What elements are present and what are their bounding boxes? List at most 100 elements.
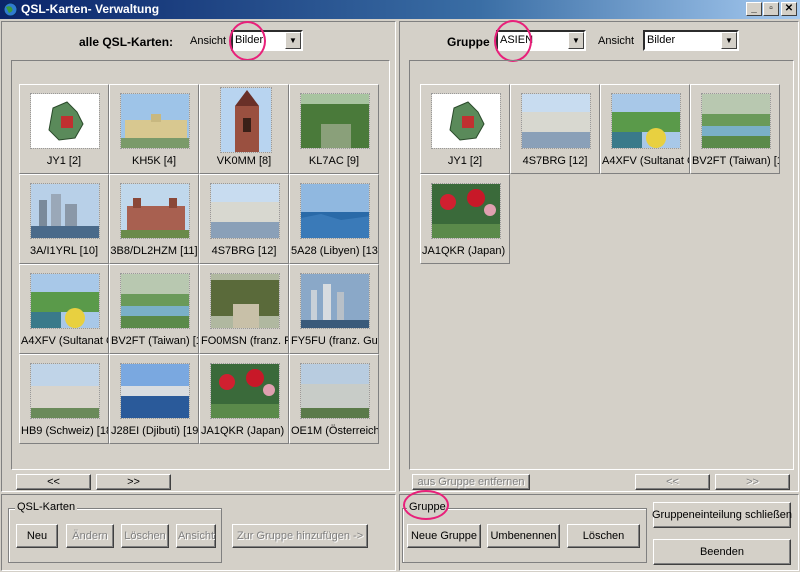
card-label: KL7AC [9] bbox=[308, 155, 360, 167]
card-label: JA1QKR (Japan) [2 bbox=[422, 245, 510, 257]
card-cell[interactable]: FO0MSN (franz. P bbox=[199, 264, 289, 354]
close-button[interactable]: ✕ bbox=[781, 2, 797, 16]
card-cell[interactable]: BV2FT (Taiwan) [1 bbox=[109, 264, 199, 354]
chevron-down-icon[interactable]: ▼ bbox=[285, 32, 301, 49]
right-view-value: Bilder bbox=[647, 34, 676, 46]
card-label: 3B8/DL2HZM [11] bbox=[110, 245, 198, 257]
card-thumbnail bbox=[300, 273, 370, 329]
card-label: BV2FT (Taiwan) [1 bbox=[692, 155, 780, 167]
card-cell[interactable]: A4XFV (Sultanat O bbox=[600, 84, 690, 174]
all-cards-heading: alle QSL-Karten: bbox=[79, 35, 174, 49]
card-cell[interactable]: KL7AC [9] bbox=[289, 84, 379, 174]
card-label: HB9 (Schweiz) [18 bbox=[21, 425, 109, 437]
card-label: FO0MSN (franz. P bbox=[201, 335, 289, 347]
card-label: 4S7BRG [12] bbox=[522, 155, 588, 167]
remove-from-group-button[interactable]: aus Gruppe entfernen bbox=[412, 474, 530, 490]
group-card-area: JY1 [2] 4S7BRG [12] A4XFV (Sultanat O BV2FT… bbox=[409, 60, 794, 470]
card-cell[interactable]: KH5K [4] bbox=[109, 84, 199, 174]
card-thumbnail bbox=[30, 93, 100, 149]
card-thumbnail bbox=[120, 183, 190, 239]
highlight-circle bbox=[494, 20, 532, 62]
card-cell[interactable]: FY5FU (franz. Guy bbox=[289, 264, 379, 354]
group-heading: Gruppe bbox=[447, 35, 490, 49]
left-view-label: Ansicht bbox=[190, 35, 227, 47]
card-label: 4S7BRG [12] bbox=[211, 245, 277, 257]
left-card-grid: JY1 [2] KH5K [4] VK0MM [8] KL7AC [9] 3A/I1YR… bbox=[19, 84, 381, 446]
card-thumbnail bbox=[30, 183, 100, 239]
group-card-grid: JY1 [2] 4S7BRG [12] A4XFV (Sultanat O BV2FT… bbox=[420, 84, 792, 466]
highlight-circle bbox=[403, 490, 449, 520]
title-bar: QSL-Karten- Verwaltung _ ▫ ✕ bbox=[0, 0, 800, 19]
highlight-circle bbox=[229, 21, 266, 61]
delete-card-button[interactable]: Löschen bbox=[121, 524, 169, 548]
window-title: QSL-Karten- Verwaltung bbox=[21, 2, 160, 16]
card-cell[interactable]: HB9 (Schweiz) [18 bbox=[19, 354, 109, 444]
left-card-area: JY1 [2] KH5K [4] VK0MM [8] KL7AC [9] 3A/I1YR… bbox=[11, 60, 390, 470]
globe-icon bbox=[3, 2, 18, 17]
card-thumbnail bbox=[30, 363, 100, 419]
card-thumbnail bbox=[300, 183, 370, 239]
card-thumbnail bbox=[611, 93, 681, 149]
card-cell[interactable]: JY1 [2] bbox=[19, 84, 109, 174]
right-view-label: Ansicht bbox=[598, 35, 635, 47]
right-next-button[interactable]: >> bbox=[715, 474, 790, 490]
qsl-cards-legend: QSL-Karten bbox=[15, 501, 78, 513]
left-prev-button[interactable]: << bbox=[16, 474, 91, 490]
card-cell[interactable]: 3A/I1YRL [10] bbox=[19, 174, 109, 264]
right-prev-button[interactable]: << bbox=[635, 474, 710, 490]
card-label: KH5K [4] bbox=[131, 155, 177, 167]
card-cell[interactable]: VK0MM [8] bbox=[199, 84, 289, 174]
card-cell[interactable]: 4S7BRG [12] bbox=[199, 174, 289, 264]
card-thumbnail bbox=[431, 183, 501, 239]
add-to-group-button[interactable]: Zur Gruppe hinzufügen -> bbox=[232, 524, 368, 548]
card-cell[interactable]: JA1QKR (Japan) [2 bbox=[420, 174, 510, 264]
card-thumbnail bbox=[300, 93, 370, 149]
card-label: VK0MM [8] bbox=[216, 155, 272, 167]
card-thumbnail bbox=[220, 87, 272, 153]
close-grouping-button[interactable]: Gruppeneinteilung schließen bbox=[652, 502, 792, 528]
card-cell[interactable]: 3B8/DL2HZM [11] bbox=[109, 174, 199, 264]
card-cell[interactable]: OE1M (Österreich) bbox=[289, 354, 379, 444]
card-thumbnail bbox=[210, 363, 280, 419]
left-next-button[interactable]: >> bbox=[96, 474, 171, 490]
card-thumbnail bbox=[120, 273, 190, 329]
view-card-button[interactable]: Ansicht bbox=[176, 524, 216, 548]
card-cell[interactable]: JA1QKR (Japan) [2 bbox=[199, 354, 289, 444]
card-cell[interactable]: 4S7BRG [12] bbox=[510, 84, 600, 174]
card-cell[interactable]: 5A28 (Libyen) [13] bbox=[289, 174, 379, 264]
delete-group-button[interactable]: Löschen bbox=[567, 524, 640, 548]
card-label: FY5FU (franz. Guy bbox=[291, 335, 379, 347]
card-label: 3A/I1YRL [10] bbox=[29, 245, 99, 257]
card-label: J28EI (Djibuti) [19] bbox=[111, 425, 199, 437]
card-cell[interactable]: A4XFV (Sultanat O bbox=[19, 264, 109, 354]
right-view-select[interactable]: Bilder ▼ bbox=[643, 30, 739, 51]
new-group-button[interactable]: Neue Gruppe bbox=[407, 524, 481, 548]
card-thumbnail bbox=[30, 273, 100, 329]
rename-group-button[interactable]: Umbenennen bbox=[487, 524, 560, 548]
card-label: 5A28 (Libyen) [13] bbox=[291, 245, 379, 257]
card-label: JA1QKR (Japan) [2 bbox=[201, 425, 289, 437]
card-cell[interactable]: BV2FT (Taiwan) [1 bbox=[690, 84, 780, 174]
new-card-button[interactable]: Neu bbox=[16, 524, 58, 548]
card-label: A4XFV (Sultanat O bbox=[602, 155, 690, 167]
card-thumbnail bbox=[210, 273, 280, 329]
edit-card-button[interactable]: Ändern bbox=[66, 524, 114, 548]
card-thumbnail bbox=[701, 93, 771, 149]
main-window: QSL-Karten- Verwaltung _ ▫ ✕ alle QSL-Ka… bbox=[0, 0, 800, 572]
maximize-button[interactable]: ▫ bbox=[763, 2, 779, 16]
card-thumbnail bbox=[120, 93, 190, 149]
card-label: JY1 [2] bbox=[46, 155, 82, 167]
card-label: OE1M (Österreich) bbox=[291, 425, 379, 437]
card-label: A4XFV (Sultanat O bbox=[21, 335, 109, 347]
card-thumbnail bbox=[521, 93, 591, 149]
card-thumbnail bbox=[210, 183, 280, 239]
card-label: JY1 [2] bbox=[447, 155, 483, 167]
card-cell[interactable]: JY1 [2] bbox=[420, 84, 510, 174]
minimize-button[interactable]: _ bbox=[746, 2, 762, 16]
chevron-down-icon[interactable]: ▼ bbox=[721, 32, 737, 49]
chevron-down-icon[interactable]: ▼ bbox=[568, 32, 584, 49]
card-cell[interactable]: J28EI (Djibuti) [19] bbox=[109, 354, 199, 444]
card-thumbnail bbox=[120, 363, 190, 419]
card-thumbnail bbox=[300, 363, 370, 419]
exit-button[interactable]: Beenden bbox=[653, 539, 791, 565]
